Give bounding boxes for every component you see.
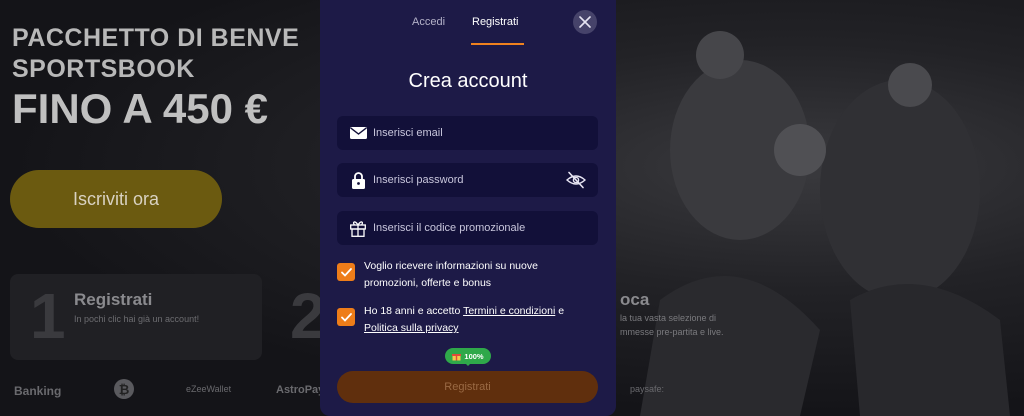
step-title-play: oca	[620, 290, 650, 309]
step-subtitle-play: la tua vasta selezione di mmesse pre-par…	[620, 312, 724, 339]
modal-title: Crea account	[408, 70, 528, 92]
tab-login[interactable]: Accedi	[412, 16, 445, 28]
privacy-link[interactable]: Politica sulla privacy	[364, 322, 459, 334]
eye-off-icon[interactable]	[565, 171, 587, 189]
register-submit-button[interactable]: Registrati	[337, 371, 598, 403]
signup-now-button[interactable]: Iscriviti ora	[10, 170, 222, 228]
terms-consent-label: Ho 18 anni e accetto Termini e condizion…	[364, 303, 592, 337]
email-field	[337, 116, 598, 150]
marketing-consent-label: Voglio ricevere informazioni su nuove pr…	[364, 260, 538, 289]
payment-paysafe: paysafe:	[630, 384, 665, 394]
payment-banking: Banking	[14, 384, 62, 398]
marketing-consent-row: Voglio ricevere informazioni su nuove pr…	[337, 258, 592, 292]
password-input[interactable]	[373, 174, 558, 186]
close-icon	[579, 16, 591, 28]
terms-consent-row: Ho 18 anni e accetto Termini e condizion…	[337, 303, 592, 337]
promo-code-field	[337, 211, 598, 245]
tab-register[interactable]: Registrati	[472, 16, 518, 28]
checkmark-icon	[340, 312, 352, 322]
lock-icon	[349, 171, 367, 189]
bitcoin-icon: ₿	[114, 379, 134, 399]
step-title: Registrati	[74, 290, 153, 309]
close-button[interactable]	[573, 10, 597, 34]
payment-astropay: AstroPay	[276, 384, 325, 396]
promo-code-input[interactable]	[373, 222, 558, 234]
badge-pointer	[464, 362, 472, 366]
auth-tabs: Accedi Registrati	[320, 0, 616, 46]
gift-icon	[349, 219, 367, 237]
promo-headline-amount: FINO A 450 €	[12, 85, 268, 132]
password-field	[337, 163, 598, 197]
step-subtitle: In pochi clic hai già un account!	[74, 314, 200, 324]
bonus-progress-value: 100%	[464, 351, 484, 361]
payment-ezeewallet: eZeeWallet	[186, 384, 232, 394]
gift-icon	[452, 353, 462, 360]
active-tab-indicator	[471, 43, 524, 45]
marketing-consent-checkbox[interactable]	[337, 263, 355, 281]
promo-headline: PACCHETTO DI BENVE SPORTSBOOK FINO A 450…	[12, 26, 299, 130]
terms-conjunction: e	[558, 305, 565, 317]
step-card-register: 1 Registrati In pochi clic hai già un ac…	[10, 274, 262, 360]
registration-modal: Accedi Registrati Crea account Inserisci…	[320, 0, 616, 416]
terms-consent-checkbox[interactable]	[337, 308, 355, 326]
envelope-icon	[349, 124, 367, 142]
email-input[interactable]	[373, 127, 558, 139]
promo-headline-line1: PACCHETTO DI BENVE	[12, 24, 300, 52]
step-subtitle-line: mmesse pre-partita e live.	[620, 326, 724, 337]
checkmark-icon	[340, 267, 352, 277]
athletes-photo	[640, 31, 1010, 416]
step-number: 1	[30, 280, 66, 352]
step-subtitle-line: la tua vasta selezione di	[620, 313, 717, 323]
terms-prefix: Ho 18 anni e accetto	[364, 305, 461, 317]
promo-headline-line2: SPORTSBOOK	[12, 55, 195, 83]
terms-link[interactable]: Termini e condizioni	[463, 305, 555, 317]
